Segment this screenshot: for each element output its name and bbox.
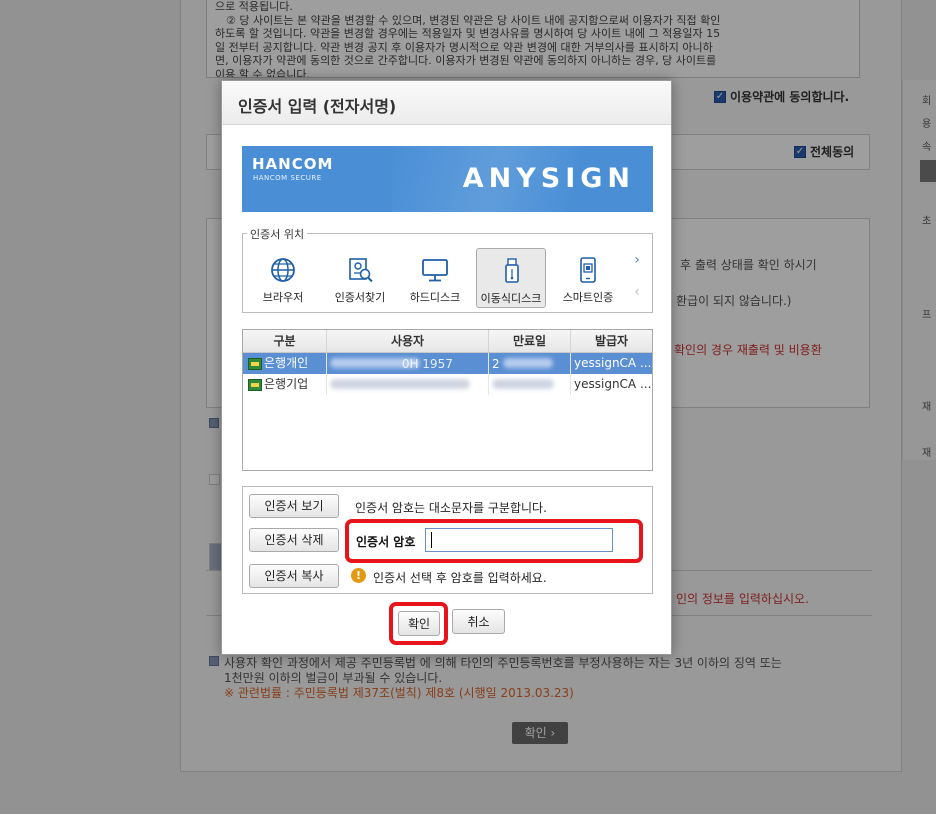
cert-expiry: 2 — [492, 357, 500, 371]
cert-type-cell: 은행개인 — [243, 353, 327, 374]
warning-icon: ! — [351, 568, 366, 583]
password-guide-text: 인증서 선택 후 암호를 입력하세요. — [373, 571, 547, 585]
certificate-dialog: 인증서 입력 (전자서명) HANCOM HANCOM SECURE ANYSI… — [221, 80, 672, 655]
case-sensitivity-hint: 인증서 암호는 대소문자를 구분합니다. — [355, 501, 547, 515]
certificate-password-input[interactable] — [425, 528, 613, 552]
location-label: 하드디스크 — [409, 291, 461, 304]
location-certificate-search[interactable]: 인증서찾기 — [325, 248, 395, 308]
ok-highlight: 확인 — [389, 602, 448, 645]
anysign-banner: HANCOM HANCOM SECURE ANYSIGN — [242, 146, 653, 212]
hancom-logo: HANCOM — [252, 155, 334, 173]
hancom-secure-text: HANCOM SECURE — [253, 174, 322, 182]
redacted-expiry — [503, 358, 554, 368]
cert-user-cell: 0H 1957 — [327, 353, 489, 374]
cert-user: 0H 1957 — [401, 357, 453, 371]
column-header-expiry[interactable]: 만료일 — [489, 330, 571, 352]
copy-certificate-button[interactable]: 인증서 복사 — [249, 564, 339, 588]
password-highlight: 인증서 암호 — [345, 519, 643, 563]
cert-type-cell: 은행기업 — [243, 374, 327, 395]
table-row[interactable]: 은행개인 0H 1957 2 yessignCA ... — [243, 353, 652, 374]
cancel-button[interactable]: 취소 — [452, 609, 505, 634]
cert-issuer: yessignCA ... — [574, 356, 652, 370]
redacted-user — [330, 379, 470, 389]
location-browser[interactable]: 브라우저 — [248, 248, 318, 308]
smartphone-icon — [580, 257, 596, 283]
certificate-table: 구분 사용자 만료일 발급자 은행개인 0H 1957 2 yessignCA … — [242, 329, 653, 471]
location-label: 스마트인증 — [562, 291, 614, 304]
cert-user-cell — [327, 374, 489, 395]
monitor-icon — [422, 259, 448, 282]
globe-icon — [271, 258, 295, 282]
certificate-location-legend: 인증서 위치 — [247, 226, 308, 242]
column-header-user[interactable]: 사용자 — [327, 330, 489, 352]
view-certificate-button[interactable]: 인증서 보기 — [249, 494, 339, 518]
cert-type: 은행개인 — [264, 356, 309, 370]
text-caret — [431, 532, 432, 548]
ok-button[interactable]: 확인 — [398, 611, 440, 636]
usb-drive-icon — [505, 258, 519, 283]
certificate-icon — [248, 378, 262, 391]
cert-type: 은행기업 — [264, 377, 309, 391]
column-header-issuer[interactable]: 발급자 — [571, 330, 652, 352]
certificate-actions: 인증서 보기 인증서 암호는 대소문자를 구분합니다. 인증서 삭제 인증서 암… — [242, 486, 653, 594]
certificate-icon — [248, 357, 262, 370]
dialog-header[interactable]: 인증서 입력 (전자서명) — [222, 81, 671, 125]
location-smart-auth[interactable]: 스마트인증 — [553, 248, 623, 308]
cert-expiry-cell: 2 — [489, 353, 571, 374]
redacted-expiry — [492, 379, 554, 389]
cert-issuer: yessignCA ... — [574, 377, 652, 391]
table-row[interactable]: 은행기업 yessignCA ... — [243, 374, 652, 395]
column-header-type[interactable]: 구분 — [243, 330, 327, 352]
location-label: 브라우저 — [262, 291, 304, 304]
prev-location-arrow[interactable]: ‹ — [631, 284, 643, 300]
password-label: 인증서 암호 — [356, 535, 416, 549]
dialog-title: 인증서 입력 (전자서명) — [238, 97, 397, 116]
certificate-search-icon — [349, 258, 373, 283]
location-hard-disk[interactable]: 하드디스크 — [400, 248, 470, 308]
cert-expiry-cell — [489, 374, 571, 395]
location-removable-disk[interactable]: 이동식디스크 — [476, 248, 546, 308]
anysign-logo: ANYSIGN — [462, 163, 635, 194]
location-label: 인증서찾기 — [334, 291, 386, 304]
certificate-location-group: 인증서 위치 브라우저 인증서찾기 하드디스크 이동식디스크 스마트인증 › ‹ — [242, 226, 653, 313]
delete-certificate-button[interactable]: 인증서 삭제 — [249, 528, 339, 552]
table-header: 구분 사용자 만료일 발급자 — [243, 330, 652, 353]
location-label: 이동식디스크 — [480, 292, 542, 305]
next-location-arrow[interactable]: › — [631, 252, 643, 268]
